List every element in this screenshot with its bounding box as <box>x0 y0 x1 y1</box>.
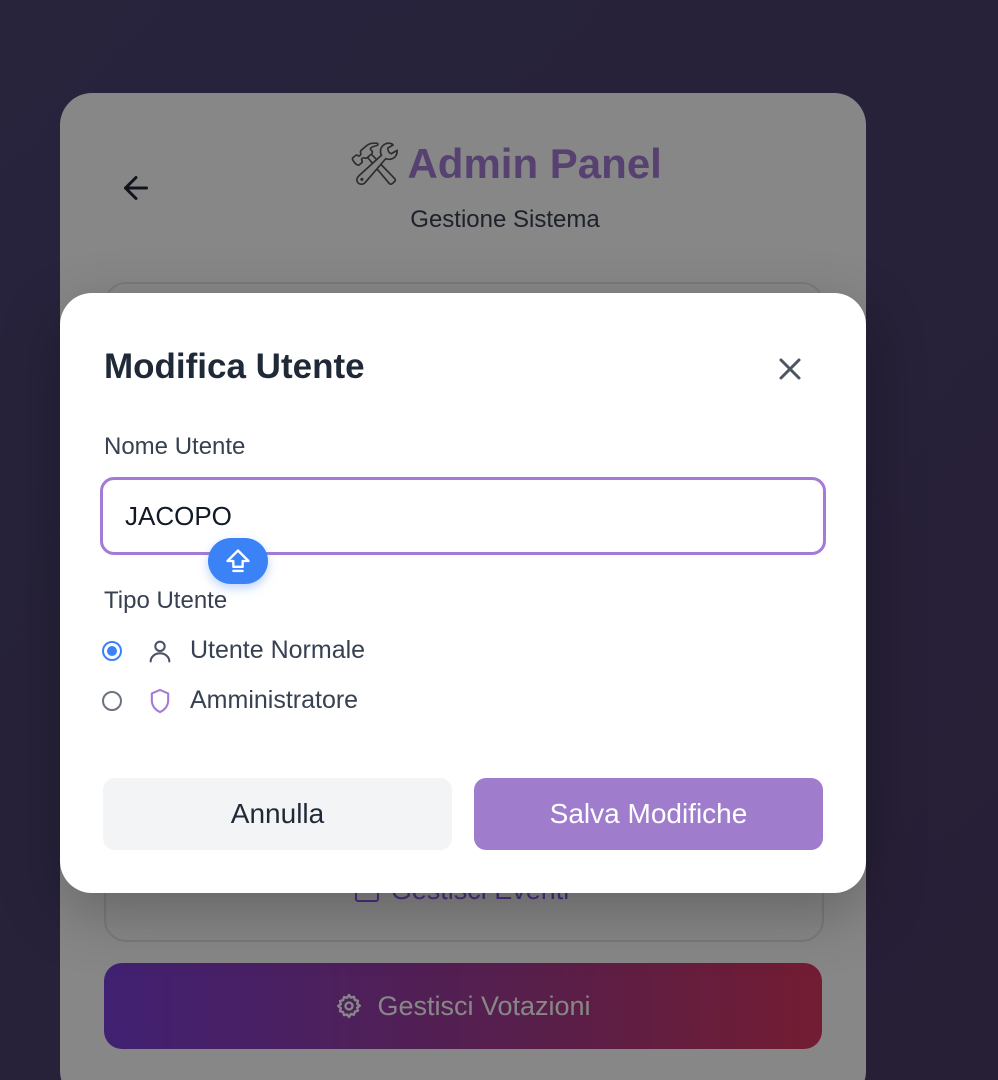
username-input[interactable] <box>100 477 826 555</box>
radio-option-admin[interactable]: Amministratore <box>102 686 358 715</box>
save-changes-button[interactable]: Salva Modifiche <box>474 778 823 850</box>
radio-label-admin: Amministratore <box>190 686 359 714</box>
shield-icon <box>146 687 174 715</box>
radio-button-unchecked[interactable] <box>102 690 122 711</box>
cancel-button[interactable]: Annulla <box>103 778 452 850</box>
radio-button-checked[interactable] <box>102 640 122 661</box>
user-type-label: Tipo Utente <box>104 587 228 614</box>
radio-label-normal-user: Utente Normale <box>190 636 366 664</box>
close-icon <box>779 358 801 380</box>
radio-option-normal-user[interactable]: Utente Normale <box>102 636 365 665</box>
username-label: Nome Utente <box>104 433 246 460</box>
user-icon <box>146 637 174 665</box>
close-button[interactable] <box>772 351 808 387</box>
edit-user-modal: Modifica Utente Nome Utente Tipo Utente … <box>60 293 866 893</box>
modal-title: Modifica Utente <box>104 347 365 386</box>
caps-lock-indicator <box>208 538 268 584</box>
shift-arrow-icon <box>226 549 250 573</box>
